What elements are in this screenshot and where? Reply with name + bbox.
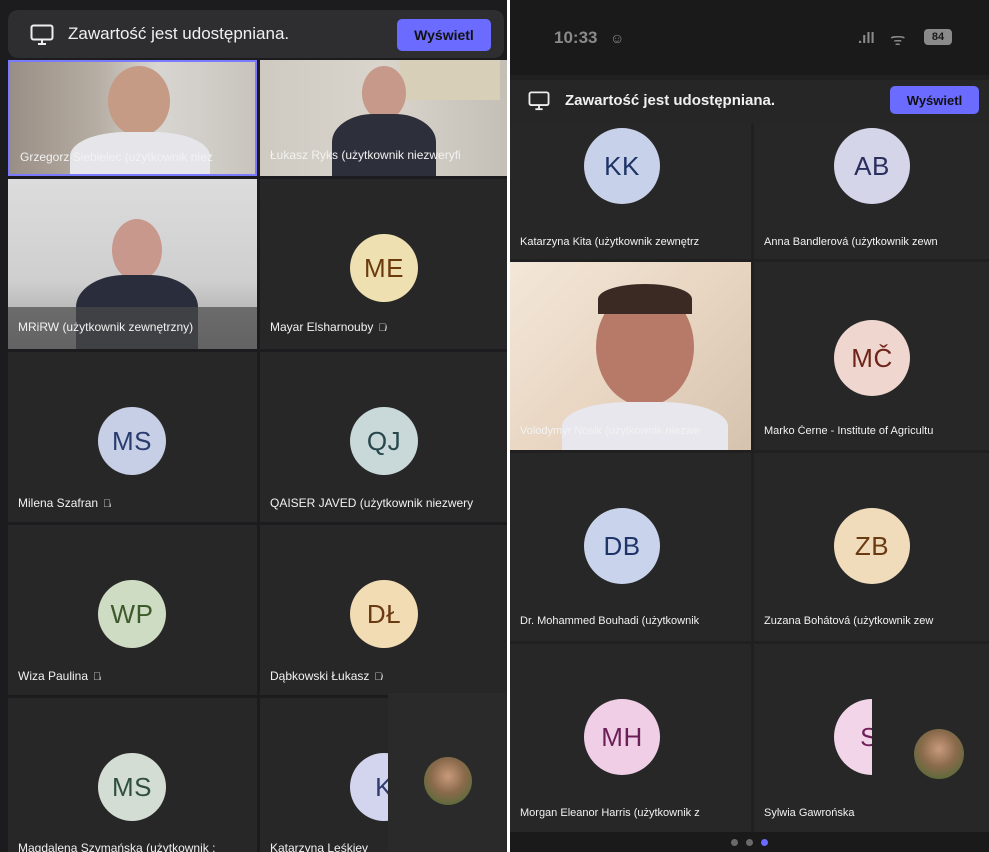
screen-share-icon (528, 91, 550, 116)
participant-tile[interactable]: MS Magdalena Szymańska (użytkownik ; (8, 698, 257, 852)
signal-icon: .ıll (858, 30, 875, 47)
self-avatar (424, 757, 472, 805)
avatar: WP (98, 580, 166, 648)
participant-tile[interactable]: ZB Zuzana Bohátová (użytkownik zew (754, 453, 989, 641)
participant-name: Dr. Mohammed Bouhadi (użytkownik (520, 615, 700, 627)
avatar: KK (584, 128, 660, 204)
self-view[interactable] (388, 693, 507, 852)
mic-muted-icon: 🎙̸ (378, 322, 387, 334)
participant-tile[interactable]: DŁ Dąbkowski Łukasz 🎙̸ (260, 525, 507, 695)
focus-icon: ☺ (610, 30, 625, 46)
participant-name: Sylwia Gawrońska (764, 807, 855, 819)
participant-name: QAISER JAVED (użytkownik niezwery (270, 496, 474, 510)
participant-tile[interactable]: Grzegorz Siebielec (użytkownik niez (8, 60, 257, 176)
avatar: MH (584, 699, 660, 775)
avatar: MČ (834, 320, 910, 396)
participant-name: Grzegorz Siebielec (użytkownik niez (20, 150, 213, 164)
participant-tile[interactable]: MH Morgan Eleanor Harris (użytkownik z (510, 644, 751, 832)
participant-name: Zuzana Bohátová (użytkownik zew (764, 615, 934, 627)
participant-name: Katarzyna Kita (użytkownik zewnętrz (520, 236, 700, 248)
participant-tile[interactable]: S Sylwia Gawrońska (754, 644, 989, 832)
participant-name: Mayar Elsharnouby 🎙̸ (270, 320, 387, 334)
sharing-text: Zawartość jest udostępniana. (68, 24, 290, 43)
participant-name: Katarzyna Leśkiev (270, 841, 369, 852)
avatar: DŁ (350, 580, 418, 648)
participant-name: MRiRW (użytkownik zewnętrzny) (18, 320, 194, 334)
participant-tile[interactable]: ME Mayar Elsharnouby 🎙̸ (260, 179, 507, 349)
participant-name: Dąbkowski Łukasz 🎙̸ (270, 669, 383, 683)
page-indicator[interactable] (510, 832, 989, 852)
participant-name: Wiza Paulina 🎙̸ (18, 669, 102, 683)
page-dot[interactable] (731, 838, 738, 846)
avatar: MS (98, 407, 166, 475)
sharing-banner: Zawartość jest udostępniana. Wyświetl (8, 10, 504, 58)
right-screenshot: 10:33 ☺ .ıll ᯤ 84 Zawartość jest udostęp… (510, 0, 989, 852)
left-screenshot: Grzegorz Siebielec (użytkownik niez Łuka… (0, 0, 507, 852)
avatar: QJ (350, 407, 418, 475)
participant-tile[interactable]: Volodymyr Nosik (użytkownik niezwe (510, 262, 751, 450)
sharing-text: Zawartość jest udostępniana. (565, 92, 776, 109)
participant-tile[interactable]: MRiRW (użytkownik zewnętrzny) (8, 179, 257, 349)
view-button[interactable]: Wyświetl (397, 19, 491, 51)
page-dot-active[interactable] (761, 838, 768, 846)
mic-muted-icon: 🎙̸ (93, 671, 102, 683)
mic-muted-icon: 🎙̸ (374, 671, 383, 683)
participant-name: Morgan Eleanor Harris (użytkownik z (520, 807, 700, 819)
clock: 10:33 (554, 28, 598, 47)
battery-icon: 84 (924, 29, 952, 45)
screen-share-icon (30, 24, 54, 51)
avatar: ME (350, 234, 418, 302)
participant-name: Magdalena Szymańska (użytkownik ; (18, 841, 216, 852)
participant-tile[interactable]: Łukasz Ryks (użytkownik niezweryfi (260, 60, 507, 176)
participant-name: Łukasz Ryks (użytkownik niezweryfi (270, 148, 461, 162)
participant-tile[interactable]: QJ QAISER JAVED (użytkownik niezwery (260, 352, 507, 522)
participant-tile[interactable]: MS Milena Szafran 🎙̸ (8, 352, 257, 522)
participant-tile[interactable]: MČ Marko Černe - Institute of Agricultu (754, 262, 989, 450)
participant-name: Anna Bandlerová (użytkownik zewn (764, 236, 938, 248)
page-dot[interactable] (746, 838, 753, 846)
avatar: S (834, 699, 872, 775)
self-avatar[interactable] (914, 729, 964, 779)
participant-tile[interactable]: DB Dr. Mohammed Bouhadi (użytkownik (510, 453, 751, 641)
status-bar: 10:33 ☺ .ıll ᯤ 84 (510, 0, 989, 75)
view-button[interactable]: Wyświetl (890, 86, 979, 114)
participant-tile[interactable]: KK Katarzyna Kita (użytkownik zewnętrz (510, 124, 751, 259)
avatar: DB (584, 508, 660, 584)
avatar: ZB (834, 508, 910, 584)
participant-tile[interactable]: AB Anna Bandlerová (użytkownik zewn (754, 124, 989, 259)
participant-tile[interactable]: WP Wiza Paulina 🎙̸ (8, 525, 257, 695)
mic-muted-icon: 🎙̸ (103, 498, 112, 510)
participant-name: Marko Černe - Institute of Agricultu (764, 425, 934, 437)
wifi-icon: ᯤ (890, 30, 906, 49)
sharing-banner: Zawartość jest udostępniana. Wyświetl (510, 80, 989, 124)
avatar: AB (834, 128, 910, 204)
participant-name: Milena Szafran 🎙̸ (18, 496, 112, 510)
avatar: MS (98, 753, 166, 821)
participant-name: Volodymyr Nosik (użytkownik niezwe (520, 425, 700, 437)
